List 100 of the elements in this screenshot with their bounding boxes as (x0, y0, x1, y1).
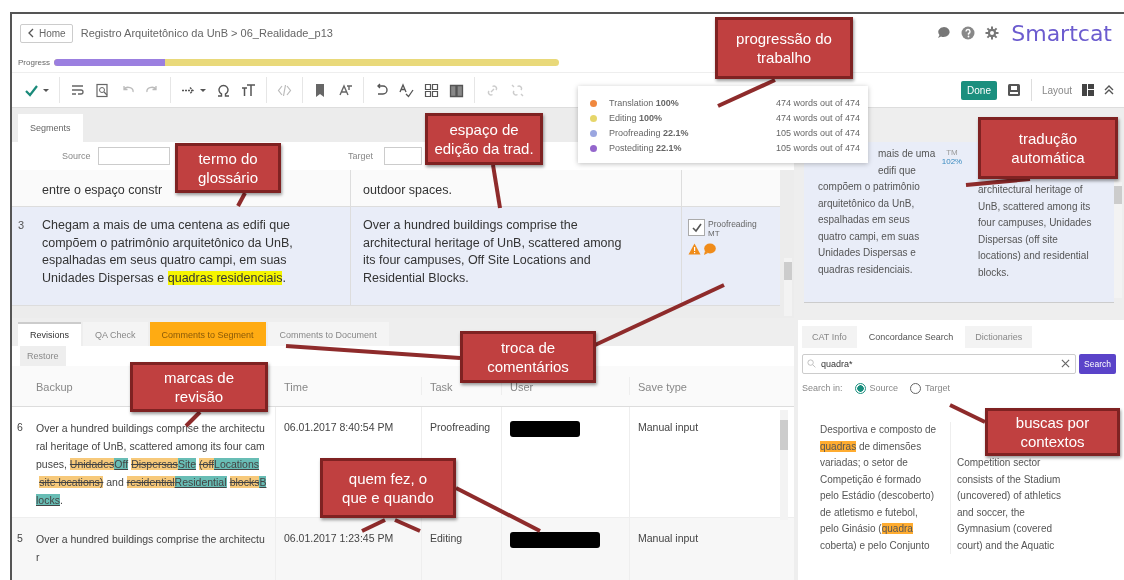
match-percent: 102% (941, 157, 963, 166)
word-count: 474 words out of 474 (775, 113, 860, 123)
panel-tab[interactable]: Comments to Segment (149, 322, 266, 346)
search-button[interactable]: Search (1079, 354, 1116, 374)
warning-icon[interactable] (688, 243, 701, 255)
result-target-line: court) and the Aquatic (957, 538, 1056, 553)
radio-option[interactable]: Source (854, 382, 899, 394)
layout-icon[interactable] (1082, 84, 1094, 96)
column-header: Backup (36, 381, 73, 393)
spellcheck-icon[interactable] (399, 82, 414, 98)
leader-line (949, 403, 986, 424)
annotation-callout: progressão do trabalho (715, 17, 853, 79)
settings-icon[interactable] (985, 26, 1000, 40)
leader-line (717, 78, 776, 108)
target-text-editor[interactable]: Over a hundred buildings comprise the architectural heritage of UnB, scattered among its four campuses, Off Site Locations and Residential Blocks. (351, 207, 647, 305)
row-number: 5 (16, 531, 24, 546)
result-source-line: pelo Estádio (descoberto) (820, 489, 935, 503)
target-text: architectural heritage of UnB, scattered among its four campuses, Unidades Dispersas (off site locations) and residential blocks. (978, 183, 1093, 280)
column-header: Task (430, 381, 453, 393)
segments-tab[interactable]: Segments (18, 114, 83, 142)
document-search-icon[interactable] (95, 82, 110, 98)
search-field[interactable]: quadra* (802, 354, 1077, 374)
scrollbar[interactable] (780, 410, 788, 520)
result-source-line: Competição é formado (820, 472, 923, 487)
translate-icon[interactable] (338, 82, 353, 98)
source-filter-field[interactable] (98, 147, 170, 165)
collapse-icon[interactable] (1104, 84, 1114, 96)
leader-line (491, 164, 502, 209)
status-sub-label: MT (708, 229, 721, 238)
column-header: Time (284, 381, 309, 393)
search-in-label: Search in: (802, 383, 843, 393)
target-filter-field[interactable] (384, 147, 422, 165)
status-label: Proofreading (708, 219, 757, 229)
source-text: mais de uma edifi que (878, 147, 937, 178)
panel-tab[interactable]: Comments to Document (267, 322, 389, 346)
chat-icon[interactable] (937, 26, 952, 40)
search-icon (807, 359, 816, 368)
word-count: 474 words out of 474 (775, 98, 860, 108)
radio-option[interactable]: Target (910, 382, 951, 394)
scrollbar-thumb[interactable] (1114, 186, 1122, 204)
chevron-left-icon (27, 28, 35, 38)
result-source-line: de atletismo e futebol, (820, 505, 919, 520)
source-text: compõem o patrimônio arquitetônico da UnB, espalhadas em seus quatro campi, em suas Unidades Dispersas e quadras residenciais. (818, 180, 921, 277)
text-size-icon[interactable] (241, 82, 256, 98)
layout-label: Layout (1041, 84, 1072, 96)
annotation-callout: espaço de edição da trad. (425, 113, 543, 165)
panel-tab[interactable]: QA Check (83, 322, 148, 346)
annotation-callout: buscas por contextos (985, 408, 1120, 456)
result-source-line: variadas; o setor de (820, 456, 909, 470)
backup-text: Over a hundred buildings comprise the architectur (28, 518, 276, 580)
panel-tab[interactable]: CAT Info (802, 326, 857, 348)
result-target-line: and soccer, the (957, 505, 1026, 520)
confirm-checkbox[interactable] (688, 219, 705, 236)
match-type-label: TM (946, 148, 958, 157)
save-icon[interactable] (1006, 83, 1021, 97)
result-target-line: Gymnasium (covered (957, 522, 1054, 536)
annotation-callout: termo do glossário (175, 143, 281, 193)
word-count: 105 words out of 474 (775, 128, 860, 138)
stage-label: Proofreading 22.1% (609, 128, 689, 138)
panel-tab[interactable]: Revisions (18, 322, 81, 346)
target-text-editor[interactable]: outdoor spaces. (351, 170, 647, 206)
omega-icon[interactable] (216, 82, 231, 98)
scrollbar[interactable] (1114, 182, 1122, 298)
logo: Smartcat (1011, 20, 1112, 46)
result-source-line: quadras de dimensões (820, 439, 923, 454)
annotation-callout: marcas de revisão (130, 362, 268, 412)
result-source-line: coberta) e pelo Conjunto (820, 538, 931, 553)
wrap-icon[interactable] (70, 82, 85, 98)
result-target-line: consists of the Stadium (957, 472, 1062, 487)
table-cell-text: Manual input (637, 420, 700, 435)
scrollbar-thumb[interactable] (784, 262, 792, 280)
leader-line (361, 518, 386, 533)
result-target-line: (uncovered) of athletics (957, 489, 1062, 503)
segment-row[interactable] (12, 207, 780, 306)
target-filter-label: Target (348, 151, 374, 161)
stage-label: Translation 100% (609, 98, 679, 108)
column-header: User (510, 381, 534, 393)
scrollbar-thumb[interactable] (780, 420, 788, 450)
annotation-callout: tradução automática (978, 117, 1118, 179)
table-cell-text: Manual input (637, 531, 700, 546)
panel-tab[interactable]: Dictionaries (965, 326, 1033, 348)
source-filter-label: Source (62, 151, 92, 161)
annotation-callout: quem fez, o que e quando (320, 458, 456, 518)
scrollbar[interactable] (784, 258, 792, 316)
grid-icon[interactable] (424, 82, 439, 98)
done-button[interactable]: Done (961, 80, 997, 100)
source-text: Chegam a mais de uma centena as edifi que compõem o patrimônio arquitetônico da UnB, espalhadas em seus quatro campi, em suas Unidades Dispersas e quadras residenciais. (34, 207, 351, 305)
annotation-callout: troca de comentários (460, 331, 596, 383)
word-count: 105 words out of 474 (775, 143, 860, 153)
help-icon[interactable] (961, 26, 976, 40)
book-icon[interactable] (449, 82, 464, 98)
breadcrumb: Registro Arquitetônico da UnB > 06_Realidade_p13 (80, 27, 333, 39)
home-button[interactable]: Home (20, 23, 73, 43)
leader-line (965, 177, 1031, 187)
leader-line (236, 192, 247, 207)
result-source-line: Desportiva e composto de (820, 423, 938, 437)
result-target-line: Competition sector (957, 456, 1042, 470)
redaction-bar (510, 421, 580, 437)
stage-label: Postediting 22.1% (609, 143, 682, 153)
close-icon[interactable] (1061, 359, 1071, 368)
